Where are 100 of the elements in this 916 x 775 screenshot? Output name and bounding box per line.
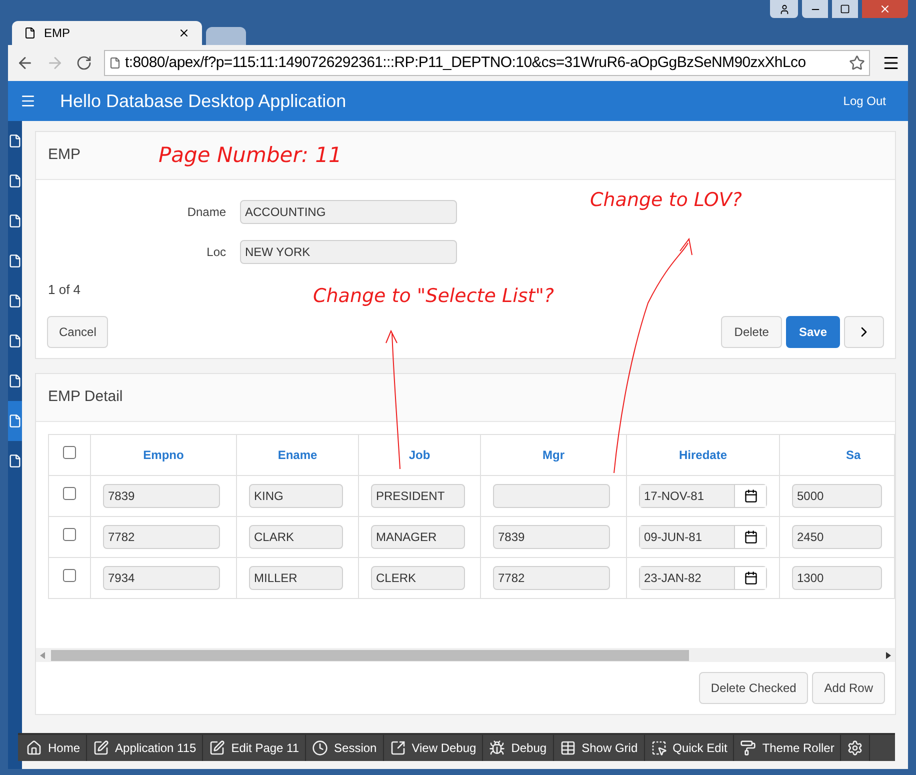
page-icon	[8, 174, 22, 188]
settings-icon	[847, 740, 864, 756]
save-button[interactable]: Save	[786, 316, 840, 348]
tab-title: EMP	[44, 25, 72, 42]
calendar-icon[interactable]	[744, 530, 758, 544]
cancel-button[interactable]: Cancel	[47, 316, 108, 348]
date-field[interactable]: 09-JUN-81	[639, 525, 767, 549]
page-icon	[8, 294, 22, 308]
app-title: Hello Database Desktop Application	[60, 90, 346, 113]
date-field[interactable]: 23-JAN-82	[639, 566, 767, 590]
cell-field[interactable]: 2450	[792, 525, 882, 549]
cell-field[interactable]: MANAGER	[371, 525, 466, 549]
row-checkbox[interactable]	[63, 569, 76, 582]
calendar-icon[interactable]	[744, 571, 758, 585]
toolbar-button[interactable]: View Debug	[384, 735, 484, 761]
row-checkbox[interactable]	[63, 528, 76, 541]
address-field[interactable]: t:8080/apex/f?p=115:11:1490726292361:::RP:P11_DEPTNO:10&cs=31WruR6-aOpGgBzSeNM90zxXhLco	[104, 50, 870, 76]
minimize-button[interactable]	[802, 0, 828, 18]
row-checkbox[interactable]	[63, 487, 76, 500]
reload-icon[interactable]	[76, 55, 92, 71]
close-icon	[178, 27, 190, 39]
toolbar-button[interactable]: Show Grid	[554, 735, 645, 761]
cell-field[interactable]: 1300	[792, 566, 882, 590]
logout-link[interactable]: Log Out	[843, 92, 886, 110]
horizontal-scrollbar[interactable]	[36, 648, 895, 662]
page-icon	[8, 414, 22, 428]
field-label: Loc	[206, 244, 227, 261]
annotation-text: Change to LOV?	[590, 188, 742, 213]
cell-field[interactable]: 7782	[493, 566, 610, 590]
cell-field[interactable]: 7782	[103, 525, 220, 549]
action-button[interactable]: Add Row	[812, 672, 885, 704]
toolbar-button[interactable]: Edit Page 11	[203, 735, 306, 761]
cell-field[interactable]: 7839	[103, 484, 220, 508]
home-icon	[26, 740, 42, 756]
date-field[interactable]: 17-NOV-81	[639, 484, 767, 508]
toolbar-button[interactable]: Session	[306, 735, 384, 761]
browser-tab[interactable]: EMP	[12, 21, 202, 45]
user-icon	[778, 4, 790, 14]
column-header[interactable]: Empno	[90, 434, 236, 476]
cell-field[interactable]: CLERK	[371, 566, 466, 590]
page-icon	[8, 454, 22, 468]
bookmark-icon[interactable]	[849, 55, 865, 71]
close-button[interactable]	[862, 0, 908, 18]
page-icon	[8, 254, 22, 268]
text-field[interactable]: NEW YORK	[240, 240, 457, 264]
date-value: 17-NOV-81	[640, 485, 734, 507]
theme-icon	[740, 740, 756, 756]
edit-icon	[209, 740, 226, 756]
menu-icon[interactable]	[882, 54, 900, 72]
maximize-button[interactable]	[832, 0, 858, 18]
debug-icon	[489, 740, 506, 756]
cell-field[interactable]: 7934	[103, 566, 220, 590]
date-value: 23-JAN-82	[640, 567, 734, 589]
quickedit-icon	[650, 740, 667, 756]
column-header[interactable]: Ename	[236, 434, 358, 476]
cell-field[interactable]: CLARK	[249, 525, 344, 549]
viewdebug-icon	[390, 740, 406, 756]
column-header[interactable]: Sa	[780, 434, 894, 476]
field-label: Dname	[186, 204, 227, 221]
menu-icon	[20, 93, 36, 109]
select-all-checkbox[interactable]	[63, 446, 76, 459]
toolbar-button[interactable]: Application 115	[87, 735, 204, 761]
date-value: 09-JUN-81	[640, 526, 734, 548]
cell-field[interactable]	[493, 484, 610, 508]
close-icon	[879, 3, 891, 15]
user-button[interactable]	[770, 0, 798, 18]
toolbar-button[interactable]: Quick Edit	[644, 735, 734, 761]
session-icon	[312, 740, 328, 756]
calendar-icon[interactable]	[744, 489, 758, 503]
delete-button[interactable]: Delete	[721, 316, 782, 348]
cell-field[interactable]: PRESIDENT	[371, 484, 466, 508]
scroll-right-icon[interactable]	[886, 652, 891, 658]
action-button[interactable]: Delete Checked	[698, 672, 808, 704]
page-icon	[8, 374, 22, 388]
cell-field[interactable]: 7839	[493, 525, 610, 549]
annotation-text: Change to "Selecte List"?	[313, 284, 554, 309]
column-header[interactable]: Mgr	[480, 434, 626, 476]
panel-title: EMP Detail	[48, 387, 123, 408]
page-icon	[8, 134, 22, 148]
toolbar-button[interactable]: Home	[20, 735, 88, 761]
toolbar-button[interactable]: Debug	[483, 735, 554, 761]
page-icon	[8, 214, 22, 228]
toolbar-button[interactable]: Theme Roller	[734, 735, 842, 761]
cell-field[interactable]: 5000	[792, 484, 882, 508]
maximize-icon	[840, 4, 850, 14]
page-icon	[8, 334, 22, 348]
cell-field[interactable]: KING	[249, 484, 344, 508]
pagination-text: 1 of 4	[48, 282, 81, 297]
sidebar-item[interactable]	[8, 401, 22, 441]
app-icon	[93, 740, 110, 756]
page-icon	[24, 27, 36, 39]
url-text: t:8080/apex/f?p=115:11:1490726292361:::RP:P11_DEPTNO:10&cs=31WruR6-aOpGgBzSeNM90zxXhLco	[125, 52, 806, 73]
cell-field[interactable]: MILLER	[249, 566, 344, 590]
column-header[interactable]: Job	[358, 434, 480, 476]
back-icon[interactable]	[16, 54, 34, 72]
column-header[interactable]: Hiredate	[626, 434, 780, 476]
annotation-text: Page Number: 11	[158, 142, 342, 169]
panel-title: EMP	[48, 145, 81, 166]
text-field[interactable]: ACCOUNTING	[240, 200, 457, 224]
page-icon	[109, 57, 121, 69]
